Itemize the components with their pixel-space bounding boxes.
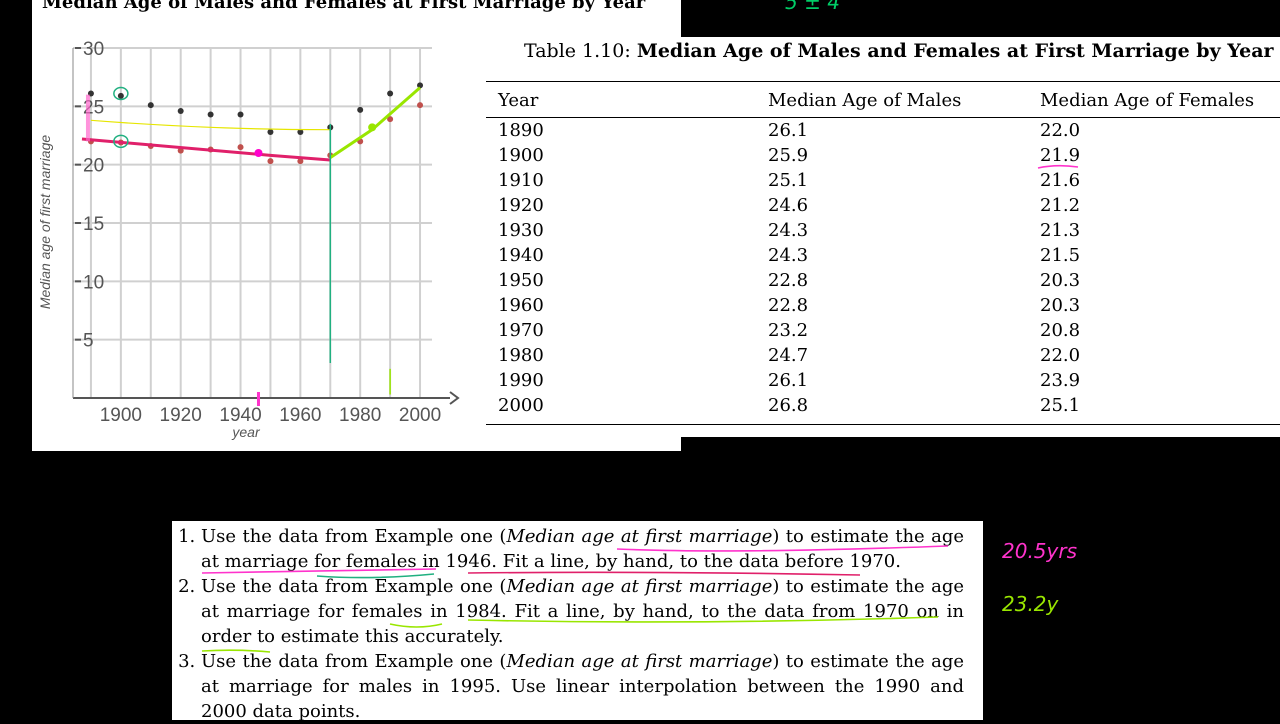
cell-male: 25.1 xyxy=(768,170,809,191)
table-row: 1940 24.3 21.5 xyxy=(486,243,1280,268)
cell-year: 1940 xyxy=(498,245,544,266)
data-table: Year Median Age of Males Median Age of F… xyxy=(486,81,1280,425)
cell-female: 20.3 xyxy=(1040,295,1081,316)
cell-year: 1900 xyxy=(498,145,544,166)
cell-male: 24.6 xyxy=(768,195,809,216)
data-point xyxy=(267,158,274,165)
x-tick-label: 1940 xyxy=(219,405,261,426)
y-tick-label: 5 xyxy=(83,331,94,352)
table-row: 2000 26.8 25.1 xyxy=(486,393,1280,425)
cell-year: 1890 xyxy=(498,120,544,141)
x-axis-label: year xyxy=(231,424,261,440)
y-tick-label: 15 xyxy=(83,214,104,235)
fit-line-after-1970 xyxy=(329,86,422,159)
x-tick-label: 1920 xyxy=(160,405,202,426)
estimate-point-1984 xyxy=(368,123,377,132)
data-point xyxy=(387,90,394,97)
cell-male: 26.8 xyxy=(756,393,1028,425)
handwritten-top-note: 5 ± 4 xyxy=(785,0,840,14)
cell-year: 1970 xyxy=(498,320,544,341)
exercise-item: Use the data from Example one (Median ag… xyxy=(201,649,964,724)
table-header-row: Year Median Age of Males Median Age of F… xyxy=(486,81,1280,118)
cell-female: 21.6 xyxy=(1040,170,1081,191)
data-point xyxy=(267,129,274,135)
estimate-point-1946 xyxy=(254,149,263,157)
x-axis-arrow xyxy=(449,391,460,405)
data-point xyxy=(357,106,364,113)
cell-year: 1920 xyxy=(498,195,544,216)
cell-female: 22.0 xyxy=(1040,120,1081,141)
cell-year: 1910 xyxy=(498,170,544,191)
exercises-panel: Use the data from Example one (Median ag… xyxy=(172,521,983,722)
cell-female: 21.3 xyxy=(1040,220,1081,241)
table-row: 1960 22.8 20.3 xyxy=(486,293,1280,318)
handwritten-answer-1: 20.5yrs xyxy=(1002,539,1078,563)
data-point xyxy=(177,108,184,114)
cell-male: 22.8 xyxy=(768,270,809,291)
cell-female: 21.9 xyxy=(1040,145,1081,166)
data-point xyxy=(417,102,424,109)
header-year: Year xyxy=(486,81,756,118)
cell-female: 22.0 xyxy=(1040,345,1081,366)
table-row: 1970 23.2 20.8 xyxy=(486,318,1280,343)
header-males: Median Age of Males xyxy=(756,81,1028,118)
table-title: Table 1.10: Median Age of Males and Fema… xyxy=(524,40,1274,62)
exercise-list: Use the data from Example one (Median ag… xyxy=(172,524,964,724)
data-point xyxy=(117,92,124,99)
cell-year: 1950 xyxy=(498,270,544,291)
table-row: 1920 24.6 21.2 xyxy=(486,193,1280,218)
cell-male: 24.7 xyxy=(768,345,809,366)
x-tick-label: 1980 xyxy=(339,405,381,426)
handwritten-answer-2: 23.2y xyxy=(1002,592,1059,616)
x-tick-label: 1900 xyxy=(100,405,142,426)
cell-male: 22.8 xyxy=(768,295,809,316)
table-row: 1980 24.7 22.0 xyxy=(486,343,1280,368)
exercise-item: Use the data from Example one (Median ag… xyxy=(201,524,964,574)
table-row: 1890 26.1 22.0 xyxy=(486,118,1280,144)
cell-female: 21.5 xyxy=(1040,245,1081,266)
cell-year: 1930 xyxy=(498,220,544,241)
cell-male: 25.9 xyxy=(768,145,809,166)
exercise-item: Use the data from Example one (Median ag… xyxy=(201,574,964,649)
header-females: Median Age of Females xyxy=(1028,81,1280,118)
cell-male: 24.3 xyxy=(768,220,809,241)
cell-female: 20.8 xyxy=(1040,320,1081,341)
y-tick-label: 20 xyxy=(83,156,104,177)
data-point xyxy=(207,111,214,118)
cell-male: 24.3 xyxy=(768,245,809,266)
cell-male: 23.2 xyxy=(768,320,809,341)
cell-female: 25.1 xyxy=(1028,393,1280,425)
cell-male: 26.1 xyxy=(768,120,809,141)
table-row: 1910 25.1 21.6 xyxy=(486,168,1280,193)
data-point xyxy=(237,144,244,151)
cell-year: 1960 xyxy=(498,295,544,316)
data-point xyxy=(147,102,154,109)
cell-male: 26.1 xyxy=(768,370,809,391)
data-point xyxy=(237,111,244,118)
y-axis-label: Median age of first marriage xyxy=(37,135,53,310)
fit-line-before-1970 xyxy=(81,137,331,162)
table-row: 1950 22.8 20.3 xyxy=(486,268,1280,293)
y-tick-label: 30 xyxy=(83,39,104,60)
x-tick-label: 1960 xyxy=(279,405,321,426)
table-title-text: Median Age of Males and Females at First… xyxy=(636,40,1274,62)
cell-female: 23.9 xyxy=(1040,370,1081,391)
cell-year: 2000 xyxy=(486,393,756,425)
table-row: 1990 26.1 23.9 xyxy=(486,368,1280,393)
x-tick-label: 2000 xyxy=(399,405,441,426)
table-label: Table 1.10: xyxy=(524,40,631,62)
data-point xyxy=(417,82,424,89)
cell-female: 20.3 xyxy=(1040,270,1081,291)
y-tick-label: 10 xyxy=(83,272,104,293)
table-panel: Table 1.10: Median Age of Males and Fema… xyxy=(481,37,1280,437)
table-row: 1930 24.3 21.3 xyxy=(486,218,1280,243)
cell-year: 1980 xyxy=(498,345,544,366)
table-row: 1900 25.9 21.9 xyxy=(486,143,1280,168)
cell-year: 1990 xyxy=(498,370,544,391)
cell-female: 21.2 xyxy=(1040,195,1081,216)
